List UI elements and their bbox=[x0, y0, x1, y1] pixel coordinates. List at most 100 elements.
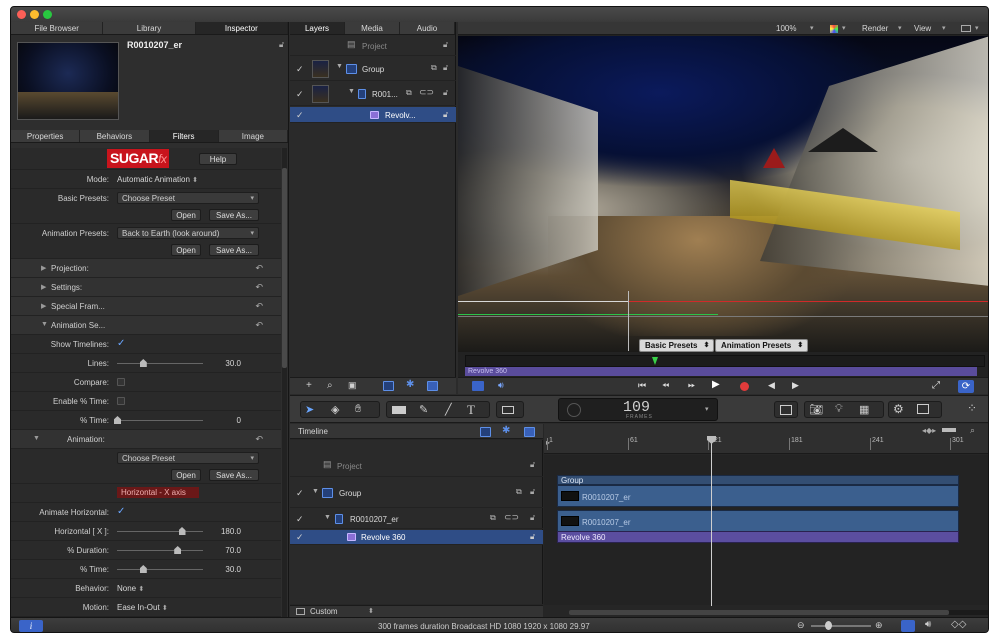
next-keyframe-icon[interactable]: ▶︎ bbox=[792, 380, 799, 391]
view-menu[interactable]: View bbox=[914, 24, 931, 33]
section-settings[interactable]: ▶ Settings: ↶ bbox=[11, 278, 281, 297]
behaviors-gear-icon[interactable]: ⚙ bbox=[893, 402, 904, 416]
zoom-out-icon[interactable]: ⊖ bbox=[797, 620, 805, 631]
chevron-down-icon[interactable]: ▾ bbox=[705, 405, 709, 413]
section-animation-settings[interactable]: ▼ Animation Se... ↶ bbox=[11, 316, 281, 335]
visibility-checkbox[interactable]: ✓ bbox=[296, 488, 304, 499]
tab-layers[interactable]: Layers bbox=[290, 22, 345, 34]
show-timelines-checkbox[interactable]: ✓ bbox=[117, 339, 127, 349]
prev-keyframe-icon[interactable]: ◀︎ bbox=[768, 380, 775, 391]
chevron-down-icon[interactable]: ▾ bbox=[810, 24, 814, 32]
pct-time-value[interactable]: 0 bbox=[237, 416, 241, 425]
basic-save-as-button[interactable]: Save As... bbox=[209, 209, 259, 221]
slider-knob[interactable] bbox=[178, 527, 186, 535]
slider-knob[interactable] bbox=[114, 416, 121, 424]
lock-icon[interactable]: 🔓︎ bbox=[443, 88, 448, 98]
lines-value[interactable]: 30.0 bbox=[225, 359, 241, 368]
tab-inspector[interactable]: Inspector bbox=[195, 22, 288, 34]
behavior-popup[interactable]: None ⬍ bbox=[117, 584, 144, 593]
chevron-down-icon[interactable]: ▾ bbox=[942, 24, 946, 32]
paint-tool-icon[interactable]: ◈ bbox=[331, 403, 339, 416]
lock-icon[interactable]: 🔓︎ bbox=[443, 110, 448, 120]
reset-icon[interactable]: ↶ bbox=[255, 282, 263, 293]
reset-icon[interactable]: ↶ bbox=[255, 320, 263, 331]
text-tool-icon[interactable]: T bbox=[467, 402, 475, 418]
lock-icon[interactable]: 🔓︎ bbox=[530, 513, 535, 523]
animation-presets-overlay-button[interactable]: Animation Presets bbox=[715, 339, 809, 352]
scroll-thumb[interactable] bbox=[569, 610, 949, 615]
zoom-slider-icon[interactable] bbox=[942, 428, 956, 432]
scroll-thumb[interactable] bbox=[282, 168, 287, 368]
track-r0010207-b[interactable]: R0010207_er bbox=[557, 510, 959, 532]
chevron-down-icon[interactable]: ▾ bbox=[975, 24, 979, 32]
step-forward-icon[interactable]: ⏩︎ bbox=[688, 380, 695, 391]
track-r0010207-a[interactable]: R0010207_er bbox=[557, 485, 959, 507]
section-projection[interactable]: ▶ Projection: ↶ bbox=[11, 259, 281, 278]
chevron-down-icon[interactable]: ▾ bbox=[898, 24, 902, 32]
timeline-playhead[interactable] bbox=[707, 436, 716, 606]
tl-row-r0010207[interactable]: ✓ ▼ R0010207_er ⧉ ⊂⊃ 🔓︎ bbox=[290, 509, 543, 529]
layers-icon[interactable] bbox=[383, 381, 394, 391]
line-tool-icon[interactable]: ╱ bbox=[445, 403, 452, 416]
layers-icon[interactable] bbox=[480, 427, 491, 437]
pct-duration-slider[interactable] bbox=[117, 546, 203, 554]
compare-checkbox[interactable] bbox=[117, 378, 125, 386]
animate-horizontal-checkbox[interactable]: ✓ bbox=[117, 507, 127, 517]
keyframe-nav-icon[interactable]: ◂◆▸ bbox=[922, 426, 936, 435]
record-icon[interactable] bbox=[740, 382, 749, 391]
tab-behaviors[interactable]: Behaviors bbox=[80, 130, 150, 142]
loop-icon[interactable]: ⟳ bbox=[958, 380, 974, 393]
animation-save-as-button[interactable]: Save As... bbox=[209, 244, 259, 256]
basic-presets-dropdown[interactable]: Choose Preset bbox=[117, 192, 259, 204]
share-icon[interactable]: ⁘ bbox=[967, 401, 977, 415]
tab-media[interactable]: Media bbox=[345, 22, 400, 34]
motion-popup[interactable]: Ease In-Out ⬍ bbox=[117, 603, 168, 612]
layer-row-r0010207[interactable]: ✓ ▼ R001... ⧉ ⊂⊃ 🔓︎ bbox=[290, 82, 456, 106]
tl-row-revolve[interactable]: ✓ Revolve 360 🔓︎ bbox=[290, 530, 543, 545]
timeline-zoom-slider[interactable] bbox=[811, 625, 871, 627]
link-icon[interactable]: ⊂⊃ bbox=[419, 87, 434, 98]
gear-icon[interactable]: ✱ bbox=[502, 425, 510, 436]
visibility-checkbox[interactable]: ✓ bbox=[296, 110, 304, 121]
generator-icon[interactable]: ▦ bbox=[859, 403, 869, 416]
slider-knob[interactable] bbox=[139, 565, 147, 573]
inspector-scrollbar[interactable] bbox=[282, 148, 287, 617]
tab-library[interactable]: Library bbox=[103, 22, 196, 34]
reset-icon[interactable]: ↶ bbox=[255, 301, 263, 312]
mode-icon[interactable]: ⧉ bbox=[431, 63, 437, 73]
camera-icon[interactable]: 📷︎ bbox=[809, 403, 823, 416]
lock-icon[interactable]: 🔓︎ bbox=[443, 63, 448, 73]
visibility-checkbox[interactable]: ✓ bbox=[296, 514, 304, 525]
minimize-button[interactable] bbox=[30, 10, 39, 19]
lock-icon[interactable]: 🔓︎ bbox=[530, 532, 535, 542]
pct-time-slider[interactable] bbox=[114, 416, 203, 424]
horizontal-x-value[interactable]: 180.0 bbox=[221, 527, 241, 536]
animation-presets-dropdown[interactable]: Back to Earth (look around) bbox=[117, 227, 259, 239]
timeline-height-popup[interactable]: Custom bbox=[310, 607, 338, 616]
timeline-ruler[interactable]: ◂◆▸ ⌕ ▸ 1 61 121 181 241 301 bbox=[544, 424, 988, 454]
disclosure-down-icon[interactable]: ▼ bbox=[324, 514, 331, 521]
color-channels-icon[interactable] bbox=[830, 25, 838, 33]
link-icon[interactable]: ⊂⊃ bbox=[504, 512, 519, 523]
lock-icon[interactable]: 🔓︎ bbox=[443, 40, 448, 50]
render-menu[interactable]: Render bbox=[862, 24, 888, 33]
chevron-down-icon[interactable]: ▾ bbox=[842, 24, 846, 32]
reset-icon[interactable]: ↶ bbox=[255, 263, 263, 274]
tab-audio[interactable]: Audio bbox=[400, 22, 455, 34]
basic-open-button[interactable]: Open bbox=[171, 209, 201, 221]
window-layout-icon[interactable] bbox=[961, 25, 971, 32]
step-back-icon[interactable]: ⏪︎ bbox=[662, 380, 669, 391]
pct-time2-value[interactable]: 30.0 bbox=[225, 565, 241, 574]
zoom-icon[interactable]: ⌕ bbox=[970, 425, 975, 436]
layer-row-revolve[interactable]: ✓ Revolv... 🔓︎ bbox=[290, 107, 456, 123]
reset-icon[interactable]: ↶ bbox=[255, 434, 263, 445]
disclosure-down-icon[interactable]: ▼ bbox=[348, 88, 355, 95]
mini-playhead[interactable] bbox=[652, 357, 658, 365]
filter-icon[interactable]: ⧉ bbox=[490, 513, 496, 523]
gear-icon[interactable]: ✱ bbox=[406, 379, 414, 390]
visibility-checkbox[interactable]: ✓ bbox=[296, 89, 304, 100]
anim-save-as-button[interactable]: Save As... bbox=[209, 469, 259, 481]
tl-row-group[interactable]: ✓ ▼ Group ⧉ 🔓︎ bbox=[290, 478, 543, 508]
mini-track-revolve[interactable]: Revolve 360 bbox=[465, 367, 977, 376]
mini-timeline[interactable] bbox=[465, 355, 985, 367]
